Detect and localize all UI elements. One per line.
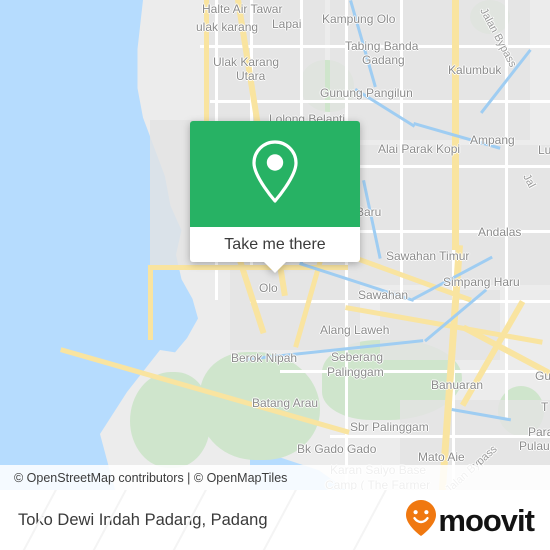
moovit-wordmark: moovit xyxy=(438,502,535,538)
bottom-info-bar: Toko Dewi Indah Padang, Padang moovit xyxy=(0,490,550,550)
popup-pointer-tail xyxy=(263,261,287,273)
screenshot-root: Halte Air Tawar ulak karang Lapai Kampung O… xyxy=(0,0,550,550)
minor-road xyxy=(250,300,550,303)
popup-header xyxy=(190,121,360,227)
urban-block xyxy=(330,0,530,140)
moovit-pin-smiley-icon xyxy=(404,499,438,542)
take-me-there-button[interactable]: Take me there xyxy=(190,227,360,273)
map-canvas[interactable]: Halte Air Tawar ulak karang Lapai Kampung O… xyxy=(0,0,550,490)
watermark-streak xyxy=(347,490,392,550)
map-pin-icon xyxy=(247,138,303,211)
major-road xyxy=(148,265,153,340)
minor-road xyxy=(200,45,550,48)
moovit-brand[interactable]: moovit xyxy=(404,499,535,542)
minor-road xyxy=(505,0,508,420)
map-attribution-bar: © OpenStreetMap contributors | © OpenMap… xyxy=(0,465,550,490)
take-me-there-label: Take me there xyxy=(224,235,326,253)
place-title: Toko Dewi Indah Padang, Padang xyxy=(18,510,268,529)
attribution-text[interactable]: © OpenStreetMap contributors | © OpenMap… xyxy=(14,471,287,485)
major-road xyxy=(452,0,459,250)
minor-road xyxy=(280,370,550,373)
minor-road xyxy=(330,435,550,438)
location-popup-card[interactable]: Take me there xyxy=(190,121,360,273)
